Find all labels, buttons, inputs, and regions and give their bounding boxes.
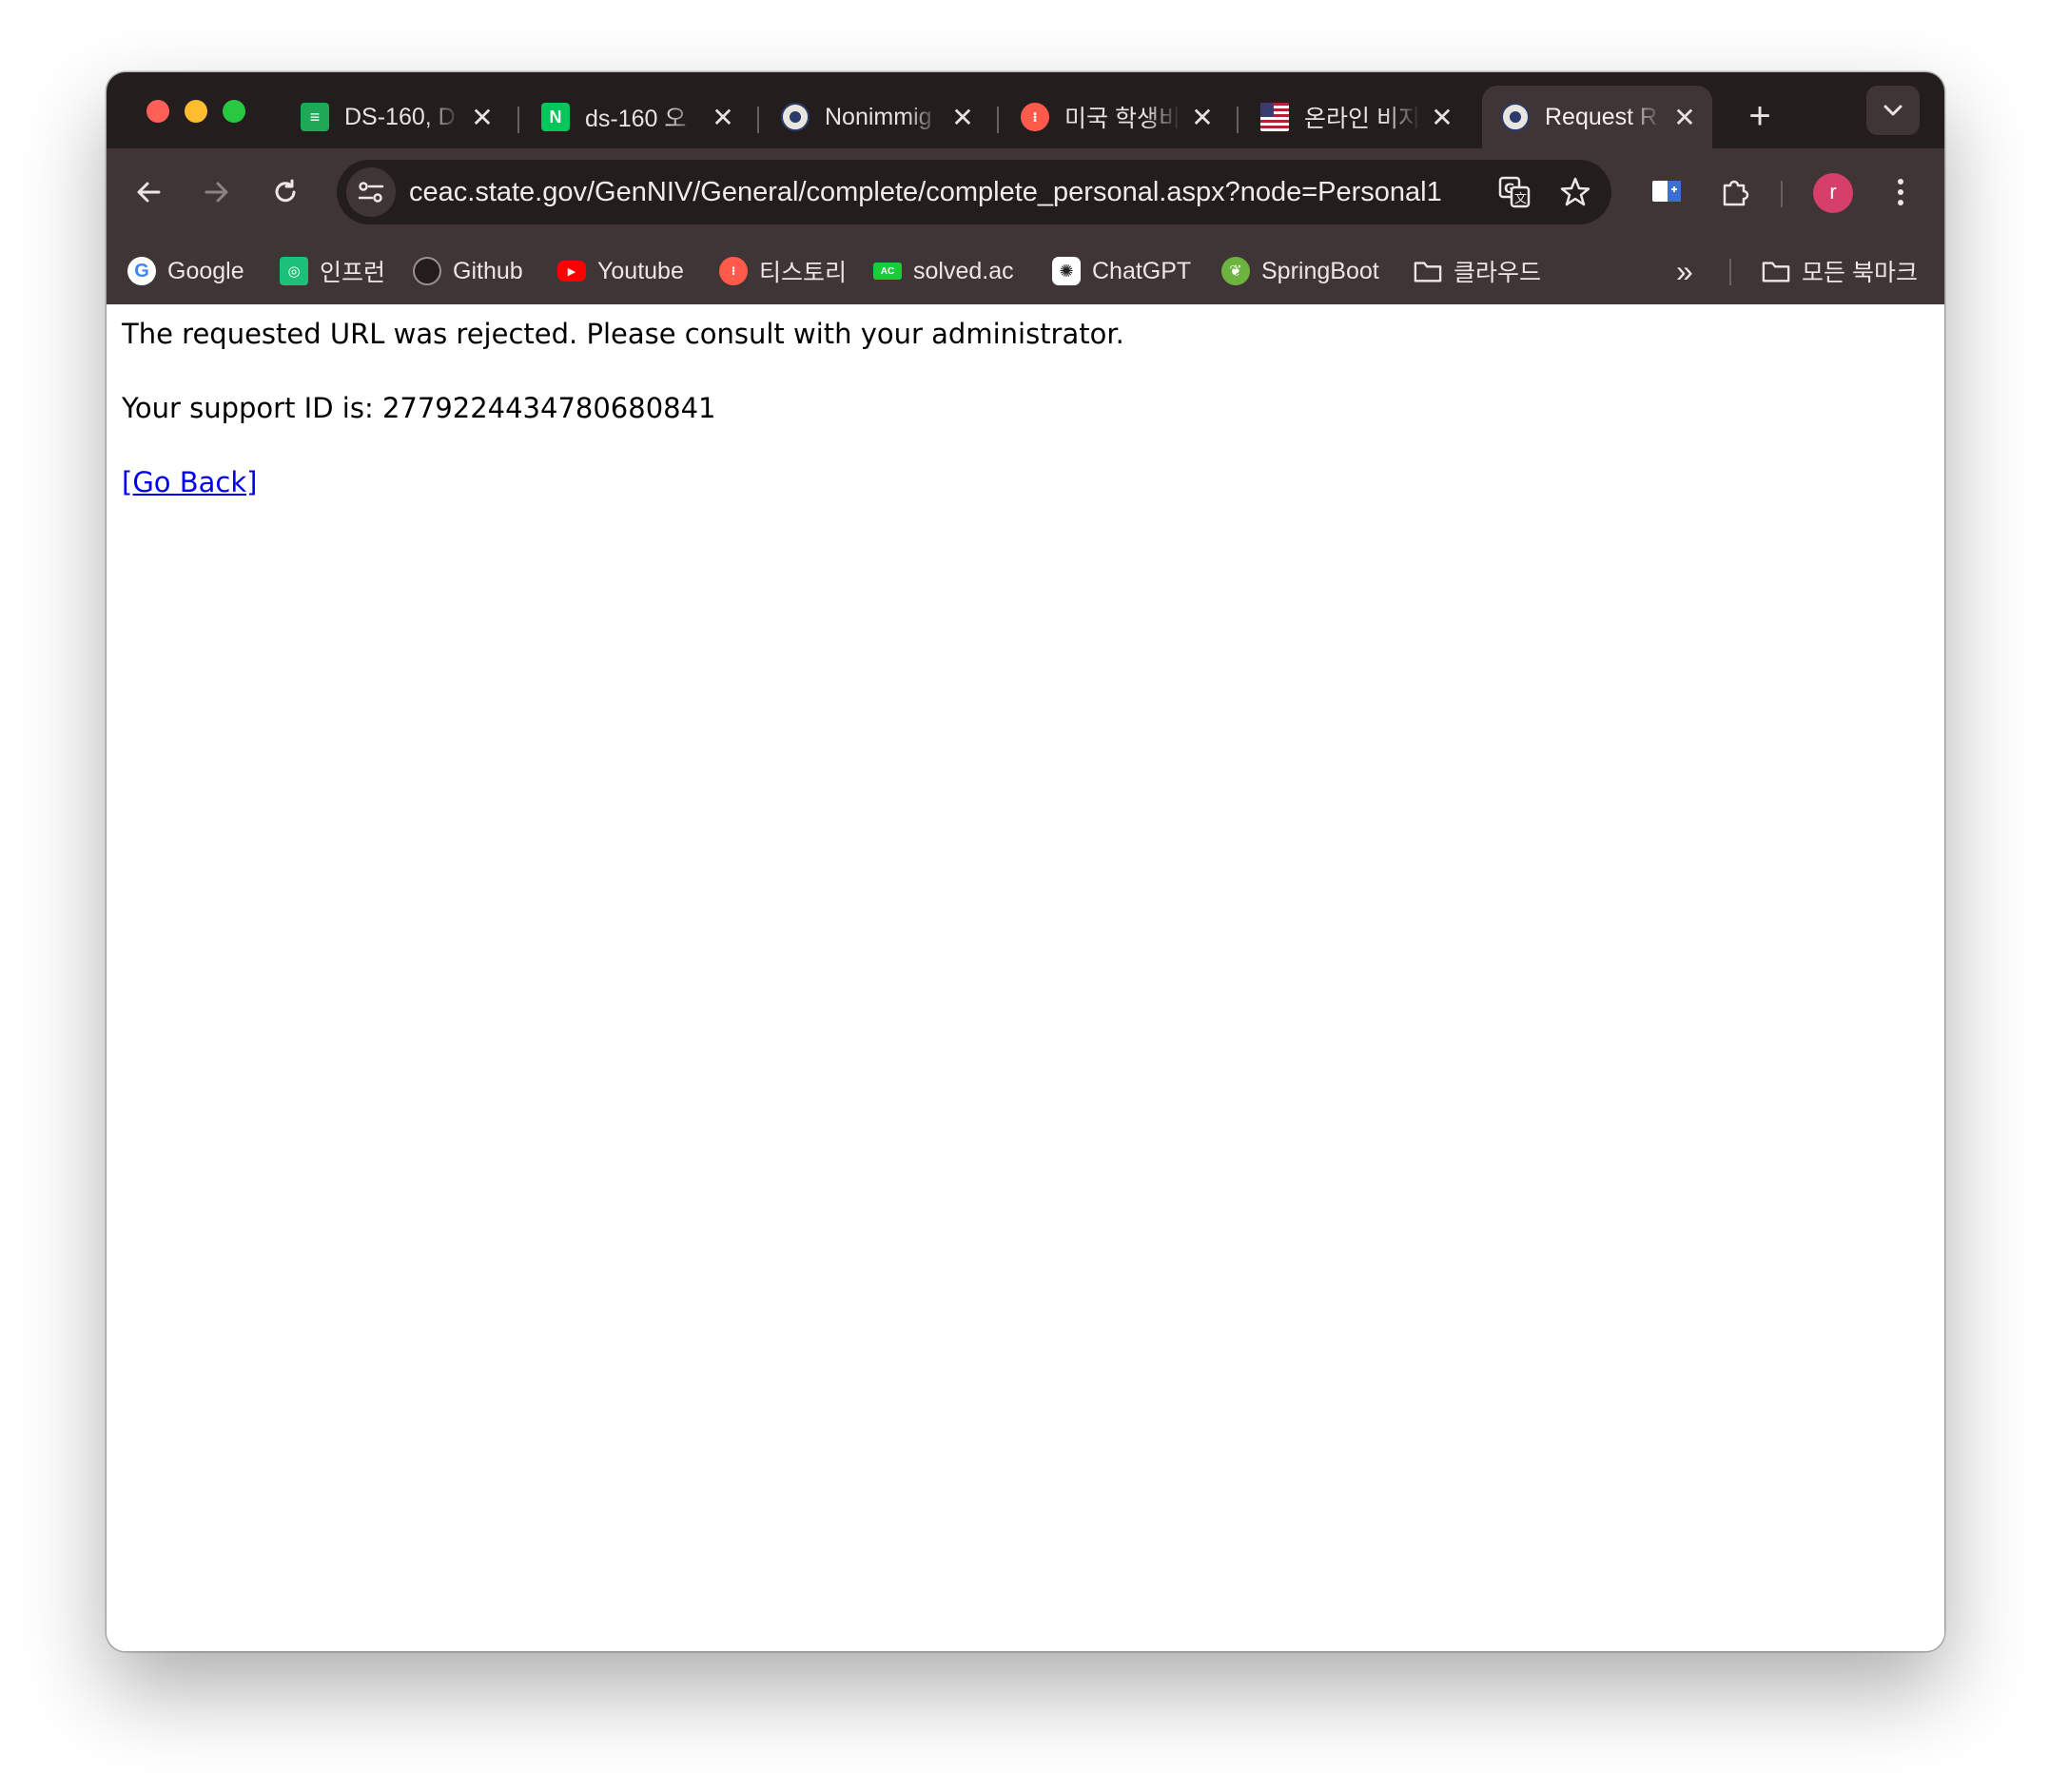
- reload-button[interactable]: [259, 166, 312, 219]
- reload-icon: [275, 179, 296, 203]
- tab-ds160-naver[interactable]: N ds-160 오 ✕: [522, 86, 751, 148]
- new-tab-button[interactable]: +: [1731, 88, 1788, 145]
- bookmark-label: 모든 북마크: [1802, 260, 1918, 286]
- go-back-link[interactable]: [Go Back]: [122, 466, 257, 498]
- tab-search-button[interactable]: [1866, 86, 1920, 135]
- tab-title: 온라인 비지: [1304, 106, 1420, 132]
- tab-divider: [517, 107, 519, 133]
- puzzle-icon: [1723, 180, 1749, 206]
- state-seal-icon: [781, 103, 810, 131]
- spring-icon: ❦: [1221, 257, 1250, 285]
- tab-strip: ≡ DS-160, D ✕ N ds-160 오 ✕ Nonimmig ✕ ⁝ …: [107, 72, 1944, 148]
- tune-icon: [358, 182, 384, 203]
- forward-button[interactable]: [190, 166, 244, 219]
- page-content: The requested URL was rejected. Please c…: [107, 304, 1944, 1651]
- address-bar[interactable]: ceac.state.gov/GenNIV/General/complete/c…: [337, 160, 1611, 224]
- bookmark-tistory[interactable]: ⁝ 티스토리: [719, 251, 847, 291]
- close-tab-icon[interactable]: ✕: [1428, 102, 1456, 133]
- all-bookmarks-button[interactable]: 모든 북마크: [1762, 251, 1918, 291]
- back-arrow-icon: [137, 182, 161, 203]
- bookmark-solved-ac[interactable]: AC solved.ac: [873, 251, 1014, 291]
- bookmark-label: Github: [453, 257, 523, 284]
- bookmark-label: solved.ac: [913, 257, 1014, 284]
- close-tab-icon[interactable]: ✕: [1188, 102, 1217, 133]
- translate-button[interactable]: G 文: [1490, 167, 1539, 217]
- tab-title: ds-160 오: [585, 106, 687, 132]
- url-text[interactable]: ceac.state.gov/GenNIV/General/complete/c…: [409, 160, 1442, 224]
- bookmark-github[interactable]: Github: [413, 251, 523, 291]
- chevron-down-icon: [1883, 105, 1903, 116]
- tab-title: Nonimmig: [825, 103, 932, 130]
- state-seal-icon: [1501, 103, 1530, 131]
- navigation-toolbar: ceac.state.gov/GenNIV/General/complete/c…: [107, 148, 1944, 238]
- naver-icon: N: [541, 103, 570, 131]
- close-tab-icon[interactable]: ✕: [948, 102, 977, 133]
- menu-button[interactable]: [1874, 166, 1927, 219]
- profile-avatar[interactable]: r: [1813, 173, 1853, 213]
- more-vertical-icon: [1898, 179, 1903, 205]
- bookmark-label: 인프런: [320, 260, 386, 286]
- bookmark-inflearn[interactable]: ◎ 인프런: [280, 251, 385, 291]
- browser-window: ≡ DS-160, D ✕ N ds-160 오 ✕ Nonimmig ✕ ⁝ …: [107, 72, 1944, 1651]
- close-tab-icon[interactable]: ✕: [709, 102, 737, 133]
- reading-mode-button[interactable]: [1640, 166, 1693, 219]
- tab-nonimmigrant[interactable]: Nonimmig ✕: [762, 86, 990, 148]
- tab-divider: [997, 107, 999, 133]
- bookmarks-divider: [1729, 259, 1731, 285]
- side-panel-icon: [1652, 181, 1681, 202]
- tab-title: DS-160, D: [344, 103, 456, 130]
- bookmark-label: ChatGPT: [1092, 257, 1192, 284]
- rejection-message: The requested URL was rejected. Please c…: [122, 318, 1124, 350]
- chatgpt-icon: ✺: [1052, 257, 1081, 285]
- solved-ac-icon: AC: [873, 263, 902, 280]
- google-icon: G: [127, 257, 156, 285]
- us-flag-icon: [1260, 103, 1289, 131]
- tab-divider: [1237, 107, 1239, 133]
- bookmark-label: 티스토리: [759, 260, 848, 286]
- close-tab-icon[interactable]: ✕: [1670, 102, 1699, 133]
- bookmark-google[interactable]: G Google: [127, 251, 244, 291]
- tab-online-visa[interactable]: 온라인 비지 ✕: [1241, 86, 1470, 148]
- folder-icon: [1414, 257, 1442, 285]
- minimize-window-button[interactable]: [185, 100, 207, 123]
- bookmark-label: SpringBoot: [1261, 257, 1379, 284]
- close-window-button[interactable]: [146, 100, 169, 123]
- folder-icon: [1762, 257, 1790, 285]
- svg-text:文: 文: [1514, 192, 1527, 206]
- bookmark-label: 클라우드: [1454, 260, 1542, 286]
- forward-arrow-icon: [205, 182, 228, 203]
- translate-icon: G 文: [1498, 176, 1531, 208]
- bookmarks-bar: G Google ◎ 인프런 Github ▶ Youtube ⁝ 티스토리 A…: [107, 238, 1944, 304]
- bookmark-chatgpt[interactable]: ✺ ChatGPT: [1052, 251, 1191, 291]
- bookmark-folder-cloud[interactable]: 클라우드: [1414, 251, 1541, 291]
- inflearn-icon: ◎: [280, 257, 308, 285]
- github-icon: [413, 257, 441, 285]
- bookmark-label: Youtube: [597, 257, 684, 284]
- youtube-icon: ▶: [557, 261, 586, 282]
- bookmark-label: Google: [167, 257, 244, 284]
- back-button[interactable]: [122, 166, 175, 219]
- bookmark-youtube[interactable]: ▶ Youtube: [557, 251, 684, 291]
- support-id-text: Your support ID is: 2779224434780680841: [122, 392, 716, 424]
- tab-request-rejected[interactable]: Request R ✕: [1482, 86, 1712, 148]
- tistory-icon: ⁝: [719, 257, 748, 285]
- bookmark-star-button[interactable]: [1551, 167, 1600, 217]
- tab-title: 미국 학생비: [1064, 106, 1181, 132]
- star-icon: [1560, 177, 1590, 206]
- zoom-window-button[interactable]: [223, 100, 245, 123]
- close-tab-icon[interactable]: ✕: [468, 102, 497, 133]
- site-info-button[interactable]: [346, 167, 396, 217]
- bookmark-springboot[interactable]: ❦ SpringBoot: [1221, 251, 1379, 291]
- bookmarks-overflow-button[interactable]: »: [1676, 251, 1693, 291]
- tab-divider: [757, 107, 759, 133]
- toolbar-divider: [1781, 181, 1783, 207]
- doc-icon: ≡: [301, 103, 329, 131]
- tistory-icon: ⁝: [1021, 103, 1049, 131]
- tab-student-visa[interactable]: ⁝ 미국 학생비 ✕: [1002, 86, 1230, 148]
- extensions-button[interactable]: [1708, 166, 1762, 219]
- tab-ds160[interactable]: ≡ DS-160, D ✕: [282, 86, 510, 148]
- tab-title: Request R: [1545, 103, 1658, 130]
